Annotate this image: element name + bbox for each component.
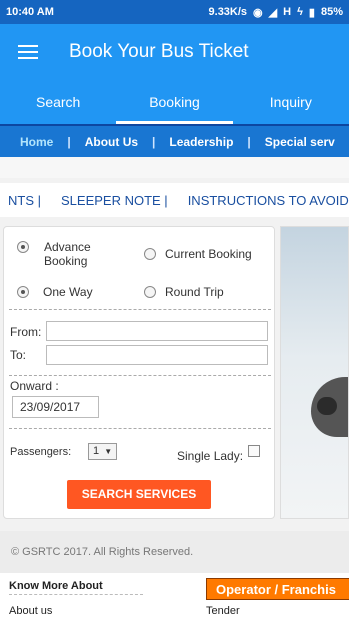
onward-label: Onward :: [10, 379, 59, 393]
app-title: Book Your Bus Ticket: [69, 41, 249, 62]
signal-icon: ◢: [268, 6, 278, 19]
advance-booking-option[interactable]: Advance Booking: [13, 240, 124, 268]
one-way-label: One Way: [43, 285, 93, 299]
search-services-button[interactable]: SEARCH SERVICES: [67, 480, 211, 509]
current-booking-option[interactable]: Current Booking: [144, 247, 252, 261]
ticker-item[interactable]: NTS |: [8, 193, 41, 208]
round-trip-radio[interactable]: [144, 286, 156, 298]
ticker-item[interactable]: INSTRUCTIONS TO AVOID FA: [188, 193, 349, 208]
menu-separator: |: [67, 134, 71, 149]
network-speed: 9.33K/s: [208, 6, 248, 18]
from-field[interactable]: [46, 321, 268, 341]
divider: [9, 375, 271, 376]
menu-item-leadership[interactable]: Leadership: [159, 135, 243, 149]
menu-item-special-services[interactable]: Special serv: [255, 135, 345, 149]
divider: [9, 594, 143, 595]
menu-separator: |: [247, 134, 251, 149]
onward-date-field[interactable]: 23/09/2017: [12, 396, 99, 418]
tab-bar: Search Booking Inquiry: [0, 80, 349, 124]
chevron-down-icon: ▼: [104, 447, 113, 456]
hero-image: [280, 226, 349, 519]
from-label: From:: [10, 325, 42, 339]
tab-search[interactable]: Search: [0, 80, 116, 124]
single-lady-checkbox[interactable]: [248, 445, 260, 457]
status-bar: 10:40 AM 9.33K/s ◉ ◢ H ϟ ▮ 85%: [0, 0, 349, 24]
round-trip-label: Round Trip: [165, 285, 224, 299]
battery-icon: ▮: [308, 6, 315, 19]
battery-level: 85%: [320, 6, 343, 18]
current-booking-radio[interactable]: [144, 248, 156, 260]
footer-link-tender[interactable]: Tender: [206, 605, 240, 617]
status-icons: 9.33K/s ◉ ◢ H ϟ ▮ 85%: [209, 6, 343, 19]
network-type: H: [283, 6, 292, 18]
ticker-item[interactable]: SLEEPER NOTE |: [61, 193, 168, 208]
app-bar: Book Your Bus Ticket: [0, 24, 349, 80]
news-ticker: NTS | SLEEPER NOTE | INSTRUCTIONS TO AVO…: [0, 183, 349, 217]
copyright-band: © GSRTC 2017. All Rights Reserved.: [0, 531, 349, 573]
divider: [9, 309, 271, 310]
one-way-radio[interactable]: [17, 286, 29, 298]
know-more-heading: Know More About: [9, 580, 103, 592]
passengers-value: 1: [93, 445, 100, 457]
to-field[interactable]: [46, 345, 268, 365]
spacer-band: [0, 157, 349, 178]
passengers-select[interactable]: 1 ▼: [88, 443, 117, 460]
charging-icon: ϟ: [297, 6, 303, 18]
single-lady-label: Single Lady:: [177, 449, 244, 463]
operator-franchise-banner[interactable]: Operator / Franchis: [206, 578, 349, 600]
bus-image: [311, 377, 348, 437]
booking-form: Advance Booking Current Booking One Way …: [3, 226, 275, 519]
round-trip-option[interactable]: Round Trip: [144, 285, 224, 299]
tab-booking[interactable]: Booking: [116, 80, 233, 124]
menu-item-about-us[interactable]: About Us: [75, 135, 148, 149]
menu-separator: |: [152, 134, 156, 149]
advance-booking-radio[interactable]: [17, 241, 29, 253]
status-time: 10:40 AM: [6, 6, 54, 18]
menu-icon[interactable]: [18, 45, 38, 59]
advance-booking-label: Advance Booking: [44, 240, 91, 268]
footer-link-about-us[interactable]: About us: [9, 605, 52, 617]
to-label: To:: [10, 348, 27, 362]
passengers-label: Passengers:: [10, 446, 72, 458]
wifi-icon: ◉: [253, 6, 263, 19]
top-menu: Home | About Us | Leadership | Special s…: [0, 124, 349, 157]
menu-item-home[interactable]: Home: [0, 135, 63, 149]
divider: [9, 428, 271, 429]
copyright-text: © GSRTC 2017. All Rights Reserved.: [11, 546, 194, 558]
tab-inquiry[interactable]: Inquiry: [233, 80, 349, 124]
footer: Know More About About us Operator / Fran…: [0, 573, 349, 620]
current-booking-label: Current Booking: [165, 247, 252, 261]
one-way-option[interactable]: One Way: [17, 285, 93, 299]
